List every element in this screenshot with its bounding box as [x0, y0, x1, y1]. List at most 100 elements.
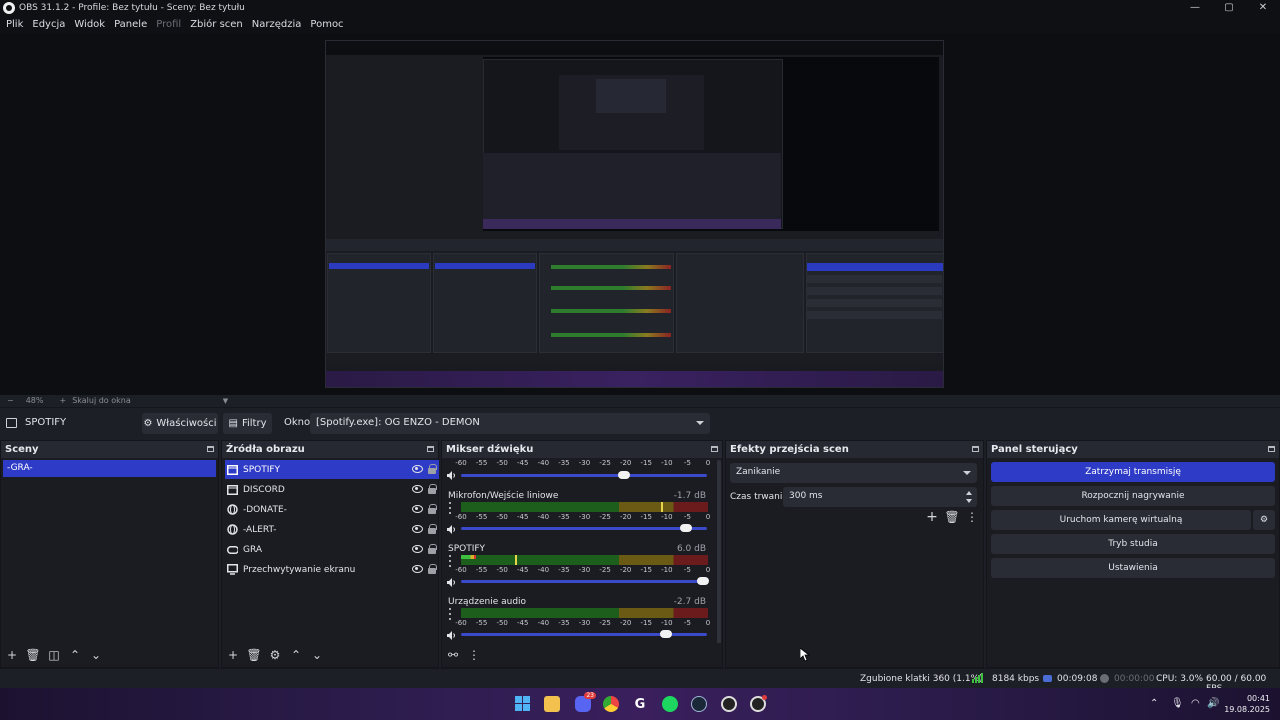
- add-icon[interactable]: +: [7, 649, 17, 661]
- undock-icon[interactable]: [1268, 446, 1275, 452]
- minimize-button[interactable]: —: [1178, 0, 1212, 15]
- discord-icon[interactable]: 23: [575, 692, 596, 712]
- preview-canvas[interactable]: [325, 40, 944, 388]
- visibility-eye-icon[interactable]: [412, 505, 423, 513]
- menu-edycja[interactable]: Edycja: [32, 19, 65, 30]
- lock-icon[interactable]: [428, 464, 437, 474]
- lock-icon[interactable]: [428, 484, 437, 494]
- volume-icon[interactable]: 🔊: [1207, 698, 1219, 709]
- visibility-eye-icon[interactable]: [412, 485, 423, 493]
- filters-button[interactable]: ▤ Filtry: [223, 413, 272, 434]
- window-select[interactable]: [Spotify.exe]: OG ENZO - DEMON: [310, 413, 710, 434]
- more-vertical-icon[interactable]: [448, 502, 452, 514]
- obs-recording-icon[interactable]: [750, 695, 767, 712]
- chevron-down-icon[interactable]: ⌄: [312, 649, 322, 661]
- more-vertical-icon[interactable]: [448, 608, 452, 620]
- source-row[interactable]: -ALERT-: [225, 520, 439, 539]
- undock-icon[interactable]: [972, 446, 979, 452]
- source-row[interactable]: -DONATE-: [225, 500, 439, 519]
- wifi-icon[interactable]: ◠: [1191, 698, 1200, 709]
- volume-slider[interactable]: [461, 577, 709, 585]
- chevron-down-icon[interactable]: ⌄: [91, 649, 101, 661]
- visibility-eye-icon[interactable]: [412, 525, 423, 533]
- steam-icon[interactable]: [691, 696, 707, 712]
- source-row[interactable]: Przechwytywanie ekranu: [225, 560, 439, 579]
- properties-button[interactable]: ⚙ Właściwości: [142, 413, 218, 434]
- g-hub-icon[interactable]: G: [632, 696, 648, 712]
- add-icon[interactable]: +: [228, 649, 238, 661]
- virtualcam-settings-button[interactable]: ⚙: [1253, 510, 1275, 530]
- source-row[interactable]: DISCORD: [225, 480, 439, 499]
- gear-icon[interactable]: ⚙: [270, 649, 281, 661]
- source-row[interactable]: SPOTIFY: [225, 460, 439, 479]
- speaker-icon[interactable]: [447, 630, 457, 640]
- visibility-eye-icon[interactable]: [412, 465, 423, 473]
- zoom-in-button[interactable]: +: [59, 396, 66, 405]
- scenes-dock: Sceny -GRA- + 🗑 ◫ ⌃ ⌄: [0, 440, 219, 668]
- lock-icon[interactable]: [428, 544, 437, 554]
- more-vertical-icon[interactable]: [448, 555, 452, 567]
- speaker-icon[interactable]: [447, 470, 457, 480]
- visibility-eye-icon[interactable]: [412, 565, 423, 573]
- clock[interactable]: 00:41 19.08.2025: [1224, 693, 1270, 715]
- zoom-out-button[interactable]: −: [7, 396, 14, 405]
- volume-slider[interactable]: [461, 630, 707, 638]
- trash-icon[interactable]: 🗑: [944, 511, 959, 523]
- source-row[interactable]: GRA: [225, 540, 439, 559]
- lock-icon[interactable]: [428, 564, 437, 574]
- undock-icon[interactable]: [427, 446, 434, 452]
- speaker-icon[interactable]: [447, 524, 457, 534]
- menu-panele[interactable]: Panele: [114, 19, 147, 30]
- more-vertical-icon[interactable]: ⋮: [966, 511, 978, 523]
- chrome-icon[interactable]: [603, 696, 619, 712]
- fit-to-window-label[interactable]: Skaluj do okna: [72, 396, 131, 405]
- start-icon[interactable]: [515, 696, 531, 712]
- zoom-dropdown-chevron-icon[interactable]: ▼: [223, 397, 228, 405]
- file-explorer-icon[interactable]: [544, 696, 560, 712]
- trash-icon[interactable]: 🗑: [25, 649, 40, 661]
- record-time: 00:00:00: [1114, 674, 1155, 684]
- menu-zbior-scen[interactable]: Zbiór scen: [190, 19, 243, 30]
- chevron-up-icon[interactable]: ⌃: [291, 649, 301, 661]
- lock-icon[interactable]: [428, 524, 437, 534]
- start-recording-button[interactable]: Rozpocznij nagrywanie: [991, 486, 1275, 506]
- speaker-icon[interactable]: [447, 577, 457, 587]
- volume-slider[interactable]: [461, 524, 707, 532]
- obs-icon[interactable]: [721, 696, 737, 712]
- chevron-up-icon[interactable]: ⌃: [1150, 698, 1158, 709]
- duration-spinbox[interactable]: 300 ms: [783, 487, 977, 507]
- volume-slider-handle[interactable]: [679, 524, 692, 532]
- menu-profil[interactable]: Profil: [156, 19, 181, 30]
- more-vertical-icon[interactable]: ⋮: [468, 649, 480, 661]
- close-button[interactable]: ✕: [1246, 0, 1280, 15]
- undock-icon[interactable]: [207, 446, 214, 452]
- undock-icon[interactable]: [711, 446, 718, 452]
- link-settings-icon[interactable]: ⚯: [448, 649, 458, 661]
- spin-up-icon[interactable]: [966, 491, 972, 495]
- add-icon[interactable]: +: [926, 510, 938, 524]
- mixer-scrollbar[interactable]: [717, 460, 721, 648]
- microphone-icon[interactable]: 🎙: [1171, 698, 1184, 709]
- trash-icon[interactable]: 🗑: [246, 649, 261, 661]
- maximize-button[interactable]: ▢: [1212, 0, 1246, 15]
- menu-plik[interactable]: Plik: [6, 19, 23, 30]
- volume-slider-handle[interactable]: [697, 577, 709, 585]
- spin-down-icon[interactable]: [966, 499, 972, 503]
- settings-button[interactable]: Ustawienia: [991, 558, 1275, 578]
- volume-slider-handle[interactable]: [660, 630, 673, 638]
- start-virtualcam-button[interactable]: Uruchom kamerę wirtualną: [991, 510, 1251, 530]
- filter-icon[interactable]: ◫: [48, 649, 59, 661]
- stop-stream-button[interactable]: Zatrzymaj transmisję: [991, 462, 1275, 482]
- transition-select[interactable]: Zanikanie: [730, 463, 977, 483]
- menu-pomoc[interactable]: Pomoc: [310, 19, 343, 30]
- visibility-eye-icon[interactable]: [412, 545, 423, 553]
- menu-widok[interactable]: Widok: [74, 19, 105, 30]
- scene-item[interactable]: -GRA-: [3, 460, 216, 477]
- volume-slider[interactable]: [461, 471, 707, 479]
- spotify-icon[interactable]: [662, 696, 678, 712]
- chevron-up-icon[interactable]: ⌃: [70, 649, 80, 661]
- lock-icon[interactable]: [428, 504, 437, 514]
- studio-mode-button[interactable]: Tryb studia: [991, 534, 1275, 554]
- menu-narzedzia[interactable]: Narzędzia: [252, 19, 302, 30]
- volume-slider-handle[interactable]: [618, 471, 631, 479]
